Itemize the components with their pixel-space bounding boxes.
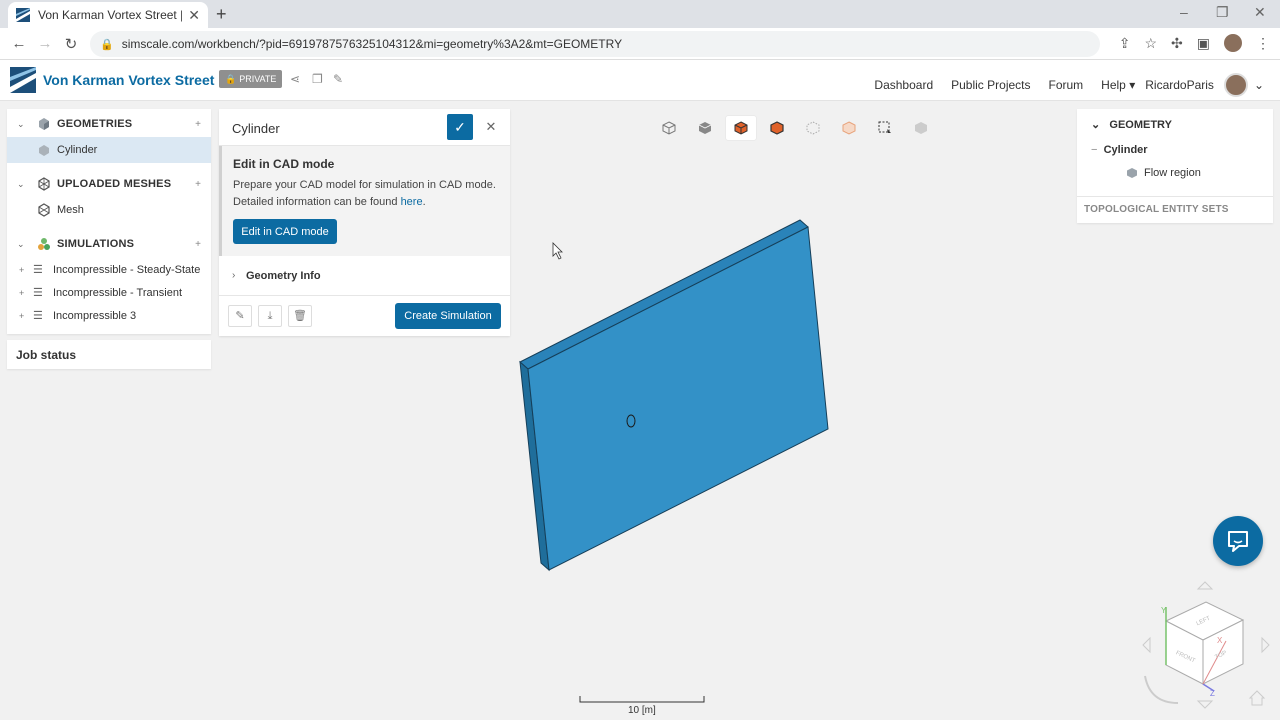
bookmark-star-icon[interactable]: ☆	[1144, 35, 1157, 52]
z-axis-label: Z	[1210, 689, 1215, 698]
browser-tab[interactable]: Von Karman Vortex Street | SimSc ✕	[8, 2, 208, 28]
flow-region-model[interactable]	[519, 219, 829, 572]
top-navigation: Dashboard Public Projects Forum Help ▾ R…	[874, 73, 1264, 97]
nav-help[interactable]: Help ▾	[1101, 78, 1135, 92]
rotate-right-arrow-icon[interactable]	[1261, 636, 1270, 654]
copy-project-icon[interactable]: ❐	[312, 72, 323, 86]
home-view-icon[interactable]	[1248, 690, 1266, 706]
lock-icon: 🔒	[100, 38, 114, 51]
new-tab-button[interactable]: +	[216, 4, 227, 25]
sidepanel-icon[interactable]: ▣	[1197, 35, 1210, 52]
privacy-badge-label: PRIVATE	[239, 74, 277, 84]
chat-support-button[interactable]	[1213, 516, 1263, 566]
chevron-down-icon: ▾	[1129, 78, 1136, 92]
edit-project-icon[interactable]: ✎	[333, 72, 343, 86]
share-icon[interactable]: ⇪	[1119, 35, 1131, 52]
y-axis-label: Y	[1161, 606, 1167, 615]
extensions-icon[interactable]: ✣	[1171, 35, 1183, 52]
user-name[interactable]: RicardoParis	[1145, 78, 1214, 92]
navigation-cube[interactable]: Y X Z LEFT TOP FRONT	[1142, 581, 1270, 709]
window-close-icon[interactable]: ✕	[1254, 4, 1266, 21]
nav-forum[interactable]: Forum	[1049, 78, 1084, 92]
tab-title: Von Karman Vortex Street | SimSc	[38, 8, 183, 22]
nav-dashboard[interactable]: Dashboard	[874, 78, 933, 92]
x-axis-label: X	[1217, 636, 1223, 645]
nav-public-projects[interactable]: Public Projects	[951, 78, 1030, 92]
browser-menu-icon[interactable]: ⋮	[1256, 35, 1270, 52]
nav-help-label: Help	[1101, 78, 1126, 92]
scale-bar	[579, 696, 705, 703]
address-bar[interactable]: 🔒 simscale.com/workbench/?pid=6919787576…	[90, 31, 1100, 57]
browser-navbar: ← → ↻ 🔒 simscale.com/workbench/?pid=6919…	[0, 28, 1280, 60]
user-menu-chevron-icon[interactable]: ⌄	[1254, 78, 1264, 92]
privacy-badge: 🔒 PRIVATE	[219, 70, 283, 88]
lock-icon: 🔒	[225, 73, 237, 84]
mouse-cursor-icon	[552, 242, 563, 260]
restore-icon[interactable]: ❐	[1216, 4, 1229, 21]
rotate-down-arrow-icon[interactable]	[1196, 700, 1214, 709]
user-avatar[interactable]	[1223, 73, 1248, 97]
forward-icon[interactable]: →	[32, 35, 58, 52]
browser-tab-strip: Von Karman Vortex Street | SimSc ✕ + – ❐…	[0, 0, 1280, 28]
browser-actions: ⇪ ☆ ✣ ▣ ⋮	[1119, 34, 1270, 52]
chat-icon	[1228, 531, 1248, 552]
3d-viewport[interactable]: Y X Z LEFT TOP FRONT	[0, 101, 1280, 720]
reload-icon[interactable]: ↻	[58, 35, 84, 53]
app-header: Von Karman Vortex Street 🔒 PRIVATE ⋖ ❐ ✎…	[0, 60, 1280, 101]
roll-arrow-icon[interactable]	[1144, 675, 1179, 704]
simscale-logo-icon[interactable]	[10, 67, 36, 93]
project-title[interactable]: Von Karman Vortex Street	[43, 72, 214, 88]
url-text: simscale.com/workbench/?pid=691978757632…	[121, 37, 623, 51]
rotate-left-arrow-icon[interactable]	[1142, 636, 1151, 654]
browser-profile-avatar[interactable]	[1224, 34, 1242, 52]
share-project-icon[interactable]: ⋖	[290, 72, 300, 86]
rotate-up-arrow-icon[interactable]	[1196, 581, 1214, 590]
tab-close-icon[interactable]: ✕	[188, 7, 200, 24]
back-icon[interactable]: ←	[6, 35, 32, 52]
minimize-icon[interactable]: –	[1180, 4, 1188, 20]
simscale-favicon-icon	[16, 8, 30, 22]
scale-bar-label: 10 [m]	[628, 705, 656, 716]
